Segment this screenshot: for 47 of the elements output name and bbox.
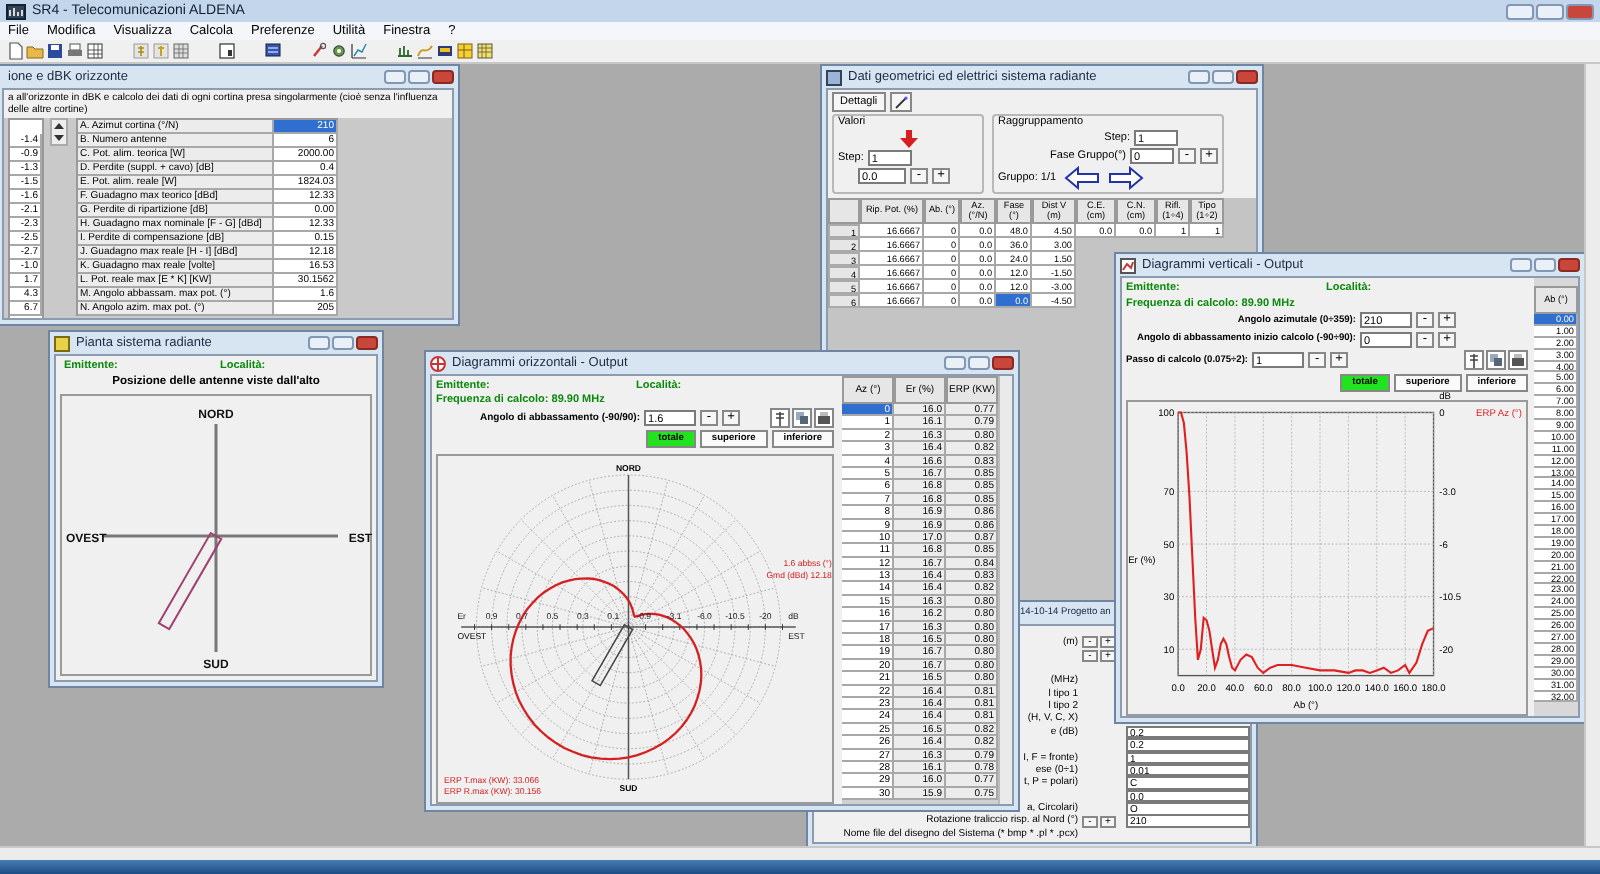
- window-icon[interactable]: [218, 42, 236, 60]
- maximize-button[interactable]: [1212, 70, 1234, 84]
- vertical-scrollbar[interactable]: [998, 376, 1012, 804]
- compass-icon: [430, 355, 446, 371]
- antenna-drawing: [591, 623, 634, 687]
- grid-icon[interactable]: [476, 42, 494, 60]
- signal-icon[interactable]: [396, 42, 414, 60]
- window-icon: [826, 69, 842, 85]
- maximize-button[interactable]: [1536, 3, 1564, 19]
- antenna-icon[interactable]: [1464, 350, 1484, 370]
- left-arrow-icon[interactable]: [1064, 166, 1101, 190]
- printer-icon[interactable]: [1508, 350, 1528, 370]
- chart-icon[interactable]: [350, 42, 368, 60]
- vertical-scrollbar[interactable]: [50, 118, 68, 146]
- copy-icon[interactable]: [792, 408, 812, 428]
- maximize-button[interactable]: [408, 70, 430, 84]
- minimize-button[interactable]: [1510, 258, 1532, 272]
- vertical-scrollbar[interactable]: [1584, 64, 1600, 846]
- maximize-button[interactable]: [1534, 258, 1556, 272]
- minimize-button[interactable]: [384, 70, 406, 84]
- close-button[interactable]: [1566, 3, 1594, 19]
- minimize-button[interactable]: [1188, 70, 1210, 84]
- grid-icon[interactable]: [172, 42, 190, 60]
- printer-icon[interactable]: [814, 408, 834, 428]
- antenna-icon[interactable]: [132, 42, 150, 60]
- antenna-icon[interactable]: [770, 408, 790, 428]
- chart-icon: [1120, 257, 1136, 273]
- window-icon: [54, 335, 70, 351]
- maximize-button[interactable]: [968, 356, 990, 370]
- close-button[interactable]: [992, 356, 1014, 370]
- copy-icon[interactable]: [1486, 350, 1506, 370]
- maximize-button[interactable]: [332, 336, 354, 350]
- minimize-button[interactable]: [944, 356, 966, 370]
- antenna-drawing: [157, 531, 223, 631]
- horizontal-scrollbar[interactable]: [0, 846, 1600, 860]
- down-arrow-icon[interactable]: [899, 130, 917, 148]
- pointer-button[interactable]: [889, 92, 912, 112]
- right-arrow-icon[interactable]: [1108, 166, 1145, 190]
- printer-icon[interactable]: [66, 42, 84, 60]
- wand-icon: [893, 95, 908, 109]
- minimize-button[interactable]: [1506, 3, 1534, 19]
- minimize-button[interactable]: [308, 336, 330, 350]
- close-button[interactable]: [432, 70, 454, 84]
- close-button[interactable]: [1236, 70, 1258, 84]
- grid-icon[interactable]: [86, 42, 104, 60]
- close-button[interactable]: [356, 336, 378, 350]
- close-button[interactable]: [1558, 258, 1580, 272]
